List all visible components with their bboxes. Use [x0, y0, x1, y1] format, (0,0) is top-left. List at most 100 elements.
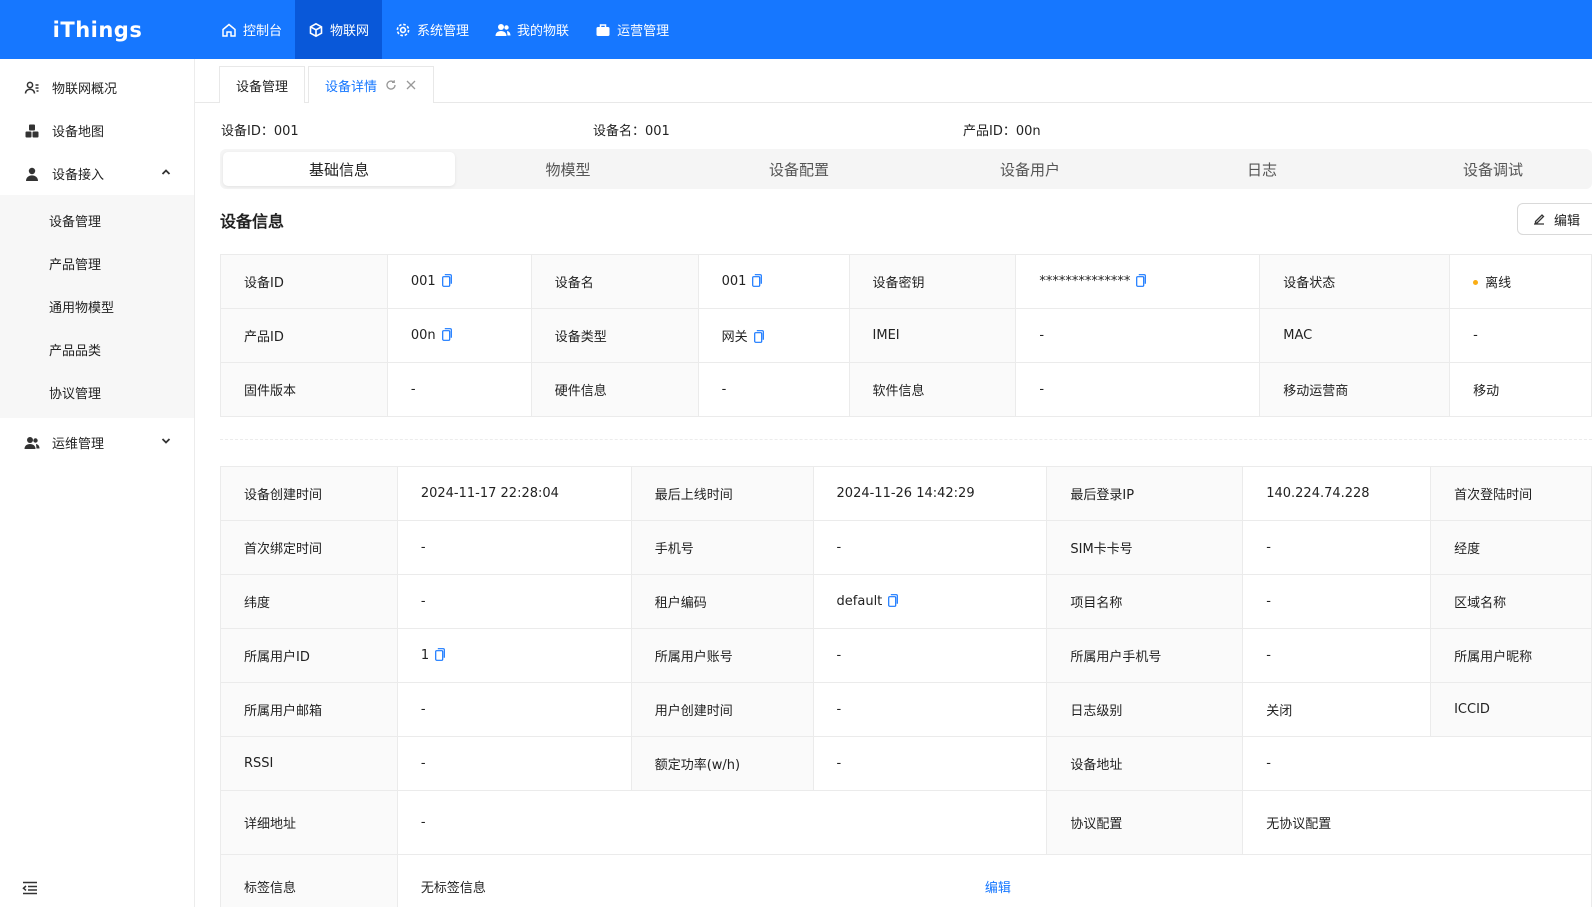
close-icon[interactable]	[405, 79, 417, 91]
table-row: 产品ID 00n 设备类型 网关 IMEI - MAC -	[220, 308, 1592, 363]
sidebar-subitem-product-category[interactable]: 产品品类	[0, 328, 194, 371]
users-icon	[495, 23, 511, 36]
topnav-iot[interactable]: 物联网	[295, 0, 383, 59]
value-cell: -	[1242, 520, 1432, 575]
sidebar-item-device-access[interactable]: 设备接入	[0, 152, 194, 195]
sidebar-subitem-protocol-management[interactable]: 协议管理	[0, 371, 194, 414]
cube-icon	[309, 22, 323, 37]
map-cubes-icon	[25, 124, 39, 137]
segment-device-config[interactable]: 设备配置	[683, 152, 915, 186]
copy-icon[interactable]	[441, 328, 452, 341]
field-value: -	[420, 702, 426, 717]
sidebar-item-device-map[interactable]: 设备地图	[0, 109, 194, 152]
value-cell: -	[697, 362, 850, 417]
table-row: 设备ID 001 设备名 001 设备密钥 ************** 设备状态 离线	[220, 254, 1592, 309]
value-cell: -	[1015, 308, 1261, 363]
topnav-label: 控制台	[243, 24, 283, 39]
field-value: 00n	[410, 328, 436, 343]
field-value: -	[721, 382, 727, 397]
field-label: 项目名称	[1070, 596, 1123, 611]
copy-icon[interactable]	[888, 594, 899, 607]
label-cell: 所属用户ID	[220, 628, 398, 683]
field-label: 设备类型	[554, 330, 607, 345]
label-cell: 软件信息	[848, 362, 1017, 417]
segment-device-debug[interactable]: 设备调试	[1377, 152, 1592, 186]
label-cell: 协议配置	[1046, 790, 1244, 855]
home-icon	[222, 23, 236, 37]
field-label: 固件版本	[244, 384, 297, 399]
field-label: 标签信息	[244, 881, 297, 896]
app-logo[interactable]: iThings	[0, 0, 195, 59]
team-icon	[24, 436, 40, 449]
field-value: -	[1473, 328, 1478, 343]
topnav-system[interactable]: 系统管理	[382, 0, 482, 59]
sidebar-subitem-device-management[interactable]: 设备管理	[0, 199, 194, 242]
label-cell: 最后登录IP	[1046, 466, 1244, 521]
copy-icon[interactable]	[753, 330, 764, 343]
sidebar-item-ops-management[interactable]: 运维管理	[0, 421, 194, 464]
copy-icon[interactable]	[1136, 274, 1147, 287]
segment-basic-info[interactable]: 基础信息	[223, 152, 455, 186]
label-cell: 经度	[1430, 520, 1592, 575]
label-cell: 项目名称	[1046, 574, 1244, 629]
label-cell: 所属用户账号	[630, 628, 814, 683]
value-cell: 2024-11-26 14:42:29	[812, 466, 1048, 521]
sidebar: 物联网概况 设备地图 设备接入 设备管理 产品管理 通用物模型 产品品类 协议管…	[0, 59, 195, 907]
field-label: 设备密钥	[872, 276, 925, 291]
segment-logs[interactable]: 日志	[1146, 152, 1378, 186]
label-cell: 标签信息	[220, 854, 398, 907]
copy-icon[interactable]	[441, 274, 452, 287]
field-label: 租户编码	[654, 596, 707, 611]
field-value: 2024-11-17 22:28:04	[420, 486, 559, 501]
field-label: SIM卡卡号	[1070, 542, 1133, 557]
tab-device-detail[interactable]: 设备详情	[308, 66, 435, 103]
sidebar-subitem-common-thing-model[interactable]: 通用物模型	[0, 285, 194, 328]
topnav-my-iot[interactable]: 我的物联	[482, 0, 582, 59]
field-value: 关闭	[1266, 704, 1293, 719]
value-cell: 00n	[386, 308, 532, 363]
label-cell: 所属用户手机号	[1046, 628, 1244, 683]
chevron-down-icon[interactable]	[160, 435, 172, 447]
field-label: 纬度	[244, 596, 271, 611]
header-device-name: 设备名：001	[593, 124, 670, 139]
menu-collapse-icon[interactable]	[22, 881, 38, 895]
label-cell: 设备创建时间	[220, 466, 398, 521]
value-cell: -	[812, 628, 1048, 683]
label-cell: 区域名称	[1430, 574, 1592, 629]
field-label: 最后登录IP	[1070, 488, 1135, 503]
table-row: 纬度 - 租户编码 default 项目名称 - 区域名称	[220, 574, 1592, 629]
refresh-icon[interactable]	[385, 79, 397, 91]
value-cell: -	[396, 682, 632, 737]
table-row: 详细地址 - 协议配置 无协议配置	[220, 790, 1592, 855]
value-cell: -	[812, 520, 1048, 575]
field-value: -	[420, 756, 426, 771]
sidebar-item-label: 设备接入	[52, 168, 105, 183]
topnav-ops[interactable]: 运营管理	[582, 0, 682, 59]
sidebar-subitem-product-management[interactable]: 产品管理	[0, 242, 194, 285]
field-label: 设备创建时间	[244, 488, 323, 503]
edit-tags-link[interactable]: 编辑	[985, 881, 1011, 896]
field-label: 经度	[1454, 542, 1481, 557]
value-cell: 无标签信息 编辑	[396, 854, 1592, 907]
label-cell: 手机号	[630, 520, 814, 575]
field-value: 140.224.74.228	[1266, 486, 1370, 501]
copy-icon[interactable]	[435, 648, 446, 661]
tab-device-management[interactable]: 设备管理	[219, 66, 306, 103]
label-cell: 设备ID	[220, 254, 388, 309]
sidebar-submenu: 设备管理 产品管理 通用物模型 产品品类 协议管理	[0, 195, 194, 418]
field-value: 1	[420, 648, 430, 663]
value-cell: 网关	[697, 308, 850, 363]
chevron-up-icon[interactable]	[160, 166, 172, 178]
briefcase-icon	[596, 23, 610, 36]
edit-button[interactable]: 编辑	[1517, 203, 1592, 235]
sidebar-item-iot-overview[interactable]: 物联网概况	[0, 66, 194, 109]
segment-device-users[interactable]: 设备用户	[914, 152, 1146, 186]
label-cell: 租户编码	[630, 574, 814, 629]
copy-icon[interactable]	[752, 274, 763, 287]
label-cell: 硬件信息	[530, 362, 699, 417]
topnav-console[interactable]: 控制台	[208, 0, 295, 59]
label-cell: 设备状态	[1259, 254, 1451, 309]
value-cell: 1	[396, 628, 632, 683]
segment-thing-model[interactable]: 物模型	[452, 152, 684, 186]
field-label: 所属用户ID	[244, 650, 310, 665]
